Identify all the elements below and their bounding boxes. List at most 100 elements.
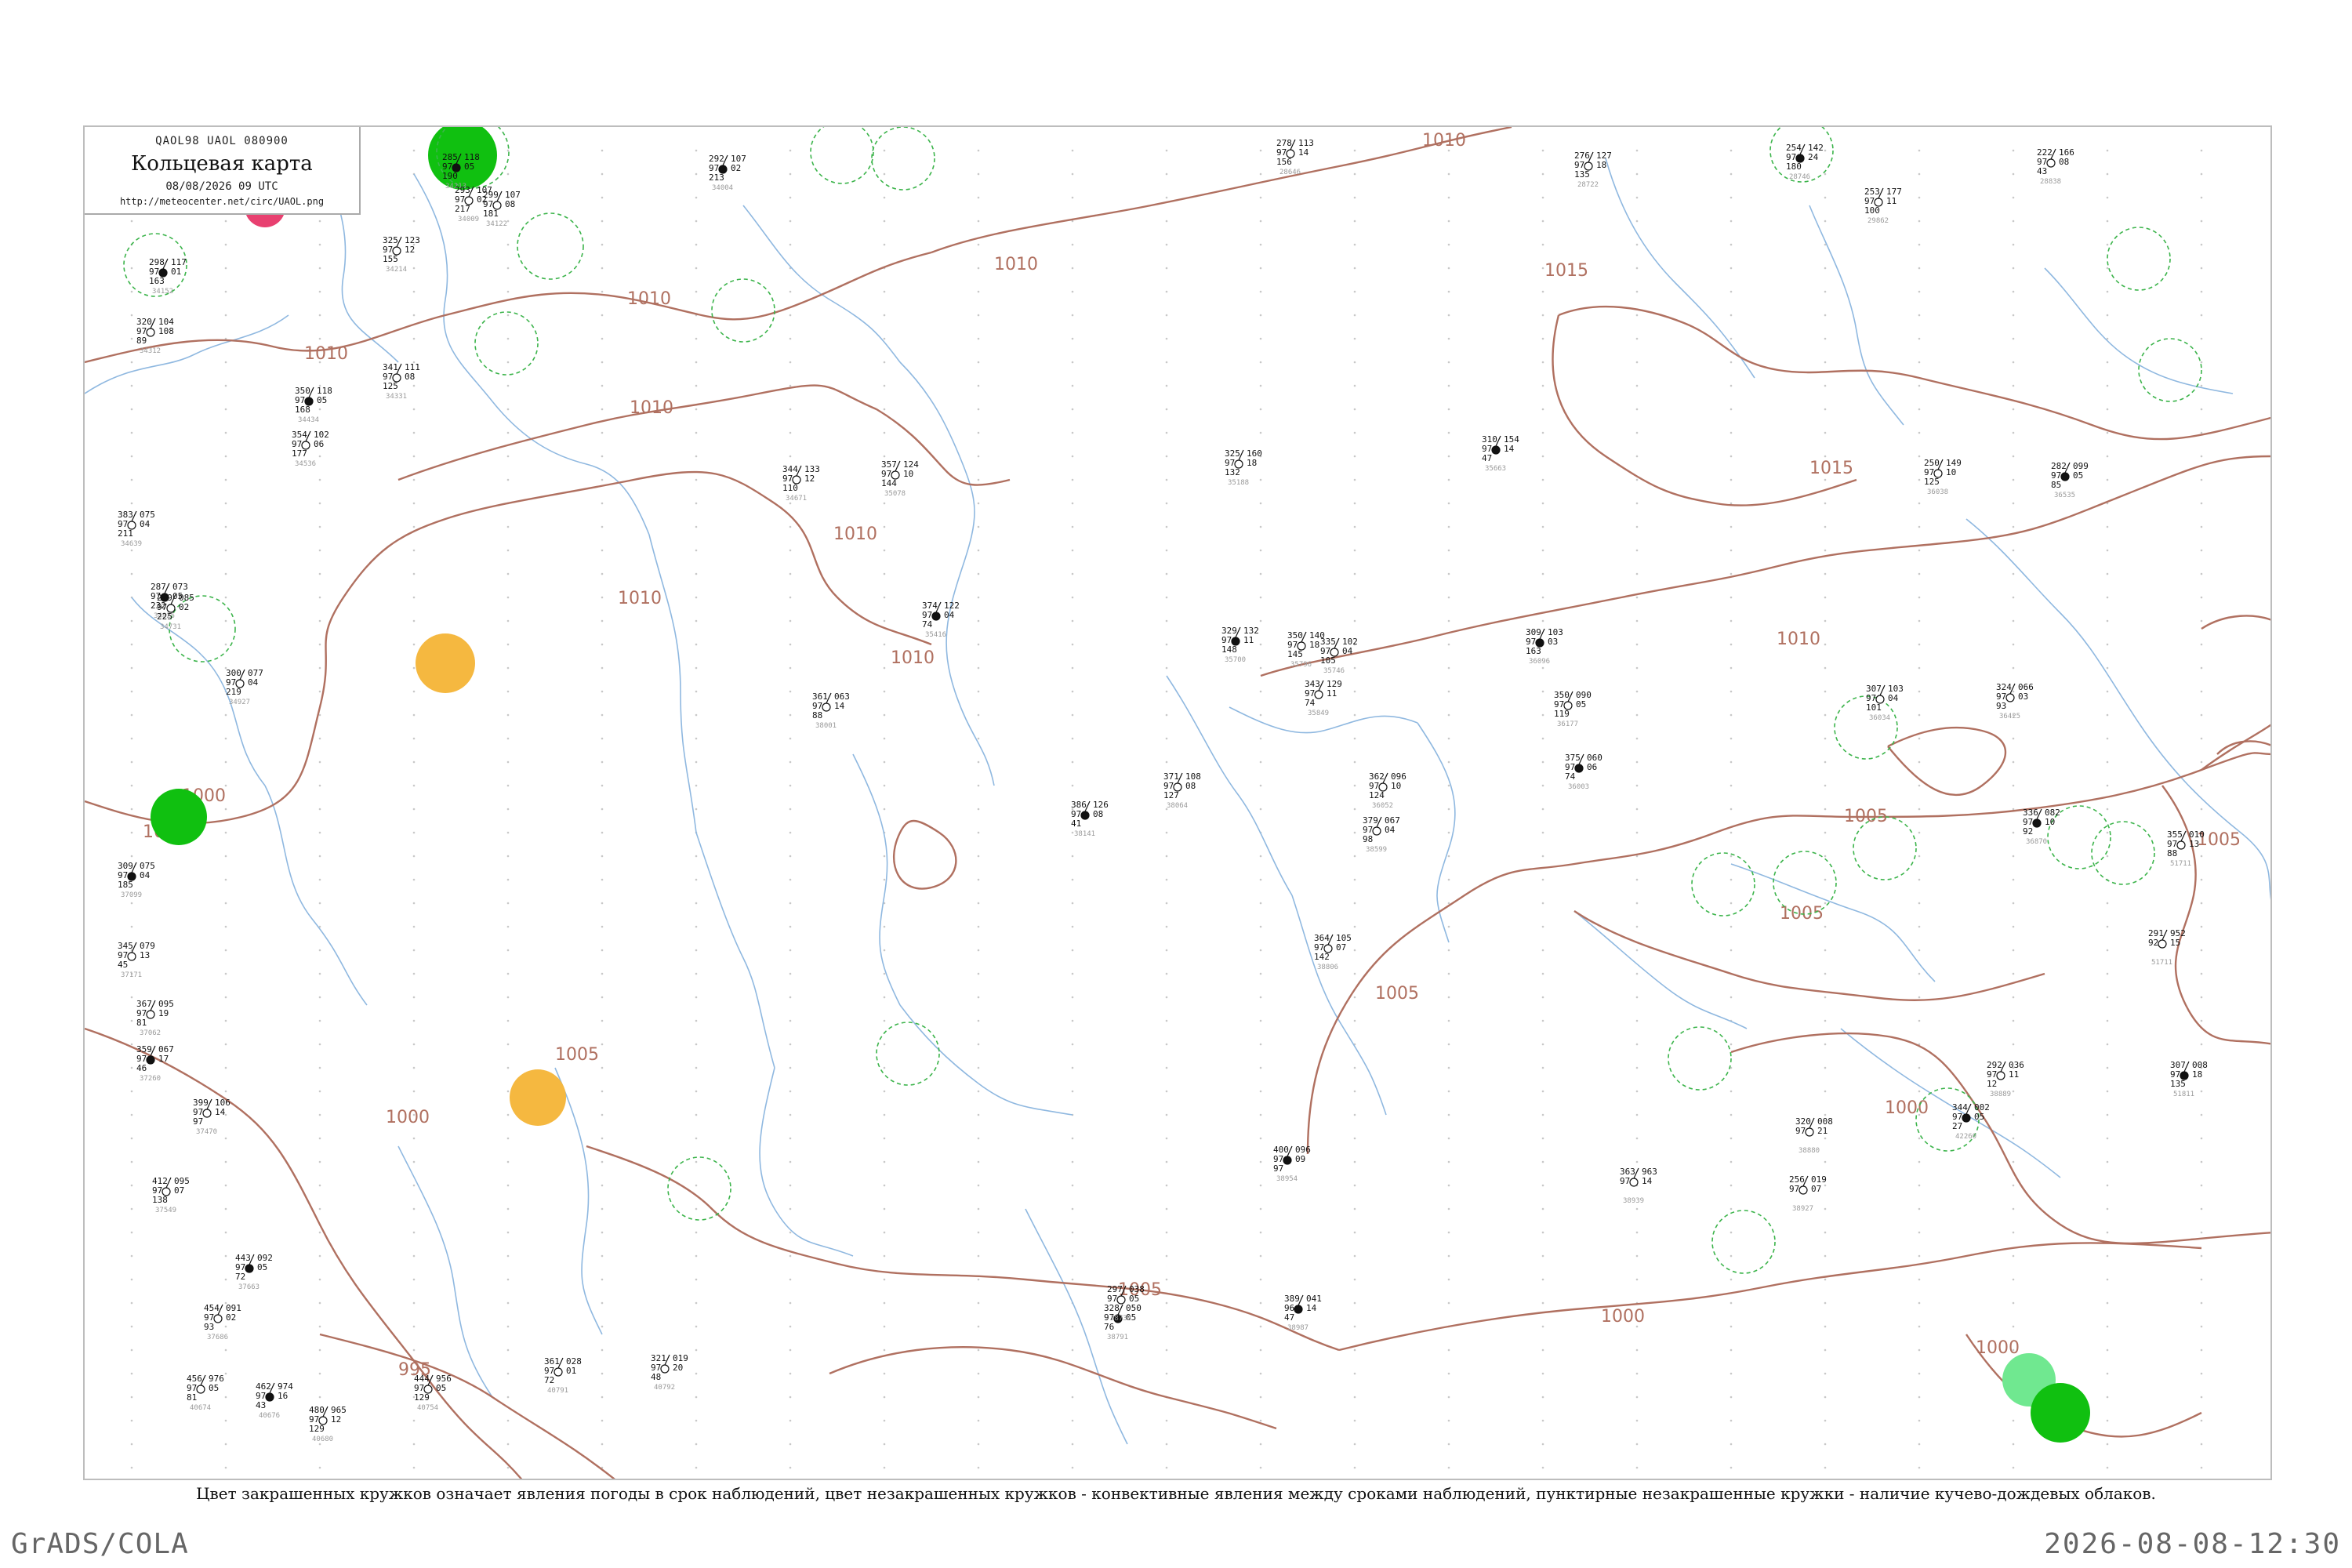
chart-url[interactable]: http://meteocenter.net/circ/UAOL.png [85,196,359,207]
orange-weather-circle[interactable] [416,633,475,693]
station-plot[interactable]: 222 16697 084328838 [2037,147,2074,186]
station-plot[interactable]: 350 11897 0516834434 [295,386,332,424]
station-plot[interactable]: 324 06697 039336425 [1996,682,2034,720]
station-temperature: 97 [1789,1184,1799,1194]
station-plot[interactable]: 278 11397 1415628646 [1276,138,1314,176]
station-plot[interactable]: 320 10497 1088934312 [136,317,174,355]
station-plot[interactable]: 383 07597 0421134639 [118,510,155,548]
station-plot[interactable]: 343 12997 117435849 [1305,679,1342,717]
grid-dot [1541,1113,1544,1116]
station-plot[interactable]: 456 97697 058140674 [187,1374,224,1412]
station-temperature: 97 [1620,1176,1630,1186]
green-weather-circle[interactable] [151,789,207,845]
grid-dot [601,1396,604,1399]
station-plot[interactable]: 444 95697 0512940754 [414,1374,452,1412]
orange-weather-circle[interactable] [510,1069,566,1126]
grid-dot [1447,925,1450,928]
station-plot[interactable]: 300 07797 0421934927 [226,668,263,706]
station-plot[interactable]: 344 00297 052742260 [1952,1102,1990,1141]
grid-dot [1259,290,1262,293]
grid-dot [2200,643,2203,646]
station-plot[interactable]: 364 10597 0714238806 [1314,933,1352,971]
station-plot[interactable]: 354 10297 0617734536 [292,430,329,468]
station-cloud-base: 72 [544,1375,554,1385]
station-plot[interactable]: 250 14997 1012536038 [1924,458,1962,496]
station-plot[interactable]: 363 96397 1438939 [1620,1167,1657,1205]
station-plot[interactable]: 325 16097 1813235188 [1225,448,1262,487]
station-plot[interactable]: 374 12297 047435416 [922,601,960,639]
station-plot[interactable]: 350 09097 0511936177 [1554,690,1592,728]
station-dewpoint: 01 [171,267,181,277]
station-plot[interactable]: 462 97497 164340676 [256,1381,293,1420]
grid-dot [1918,1396,1921,1399]
grid-dot [224,1254,227,1258]
grid-dot [1635,925,1639,928]
station-plot[interactable]: 299 10797 0818134122 [483,190,521,228]
grid-dot [601,455,604,458]
green-weather-circle[interactable] [428,127,497,190]
station-plot[interactable]: 375 06097 067436003 [1565,753,1602,791]
station-plot[interactable]: 344 13397 1211034671 [782,464,820,503]
grid-dot [130,760,133,764]
station-plot[interactable]: 282 09997 058536535 [2051,461,2089,499]
station-plot[interactable]: 399 10697 149737470 [193,1098,230,1136]
station-plot[interactable]: 310 15497 144735663 [1482,434,1519,473]
station-plot[interactable]: 400 09697 099738954 [1273,1145,1311,1183]
station-dewpoint: 05 [209,1383,219,1393]
station-plot[interactable]: 367 09597 198137062 [136,999,174,1037]
grid-dot [601,1348,604,1352]
station-plot[interactable]: 309 10397 0316336096 [1526,627,1563,666]
station-plot[interactable]: 480 96597 1212940680 [309,1405,347,1443]
green-weather-circle[interactable] [2031,1383,2090,1443]
station-plot[interactable]: 307 10397 0410136034 [1866,684,1904,722]
grid-dot [412,1090,416,1093]
station-plot[interactable]: 355 01097 138851711 [2167,829,2205,868]
station-plot[interactable]: 345 07997 134537171 [118,941,155,979]
station-plot[interactable]: 329 13297 1114835700 [1221,626,1259,664]
grid-dot [1730,478,1733,481]
grid-dot [2200,1466,2203,1469]
station-plot[interactable]: 350 14097 1814535796 [1287,630,1325,669]
station-plot[interactable]: 256 01997 0738927 [1789,1174,1827,1213]
grid-dot [1447,1278,1450,1281]
grid-dot [318,1090,321,1093]
station-plot[interactable]: 389 04196 144738987 [1284,1294,1322,1332]
station-plot[interactable]: 298 11797 0116334152 [149,257,187,296]
station-plot[interactable]: 359 06797 174637260 [136,1044,174,1083]
map-caption: Цвет закрашенных кружков означает явлени… [196,1484,2156,1503]
grid-dot [506,1090,510,1093]
grid-dot [1165,196,1168,199]
station-plot[interactable]: 292 03697 111238889 [1987,1060,2024,1098]
station-plot[interactable]: 320 00897 2138880 [1795,1116,1833,1155]
station-plot[interactable]: 292 10797 0221334004 [709,154,746,192]
station-plot[interactable]: 454 09197 029337686 [204,1303,241,1341]
station-plot[interactable]: 386 12697 084138141 [1071,800,1109,838]
station-plot[interactable]: 379 06797 049838599 [1363,815,1400,854]
station-plot[interactable]: 443 09297 057237663 [235,1253,273,1291]
grid-dot [695,784,698,787]
grid-dot [1918,808,1921,811]
station-plot[interactable]: 412 09597 0713837549 [152,1176,190,1214]
station-plot[interactable]: 276 12797 1813528722 [1574,151,1612,189]
grid-dot [1353,1184,1356,1187]
grid-dot [977,1372,980,1375]
station-plot[interactable]: 336 08297 109236870 [2023,808,2060,846]
station-plot[interactable]: 254 14297 2418028746 [1786,143,1824,181]
station-plot[interactable]: 307 00897 1813551811 [2170,1060,2208,1098]
grid-dot [695,1372,698,1375]
station-plot[interactable]: 362 09697 1012436052 [1369,771,1406,810]
station-plot[interactable]: 309 07597 0418537099 [118,861,155,899]
grid-dot [130,855,133,858]
station-dewpoint: 14 [1504,444,1515,454]
station-plot[interactable]: 291 95292 1551711 [2148,928,2186,967]
grid-dot [695,596,698,599]
station-plot[interactable]: 341 11197 0812534331 [383,362,420,401]
grid-dot [1353,243,1356,246]
station-plot[interactable]: 321 01997 204840792 [651,1353,688,1392]
station-plot[interactable]: 357 12497 1014435078 [881,459,919,498]
grid-dot [506,290,510,293]
station-plot[interactable]: 253 17797 1110029862 [1864,187,1902,225]
station-plot[interactable]: 361 02897 017240791 [544,1356,582,1395]
station-plot[interactable]: 361 06397 148838001 [812,691,850,730]
station-plot[interactable]: 371 10897 0812738064 [1163,771,1201,810]
